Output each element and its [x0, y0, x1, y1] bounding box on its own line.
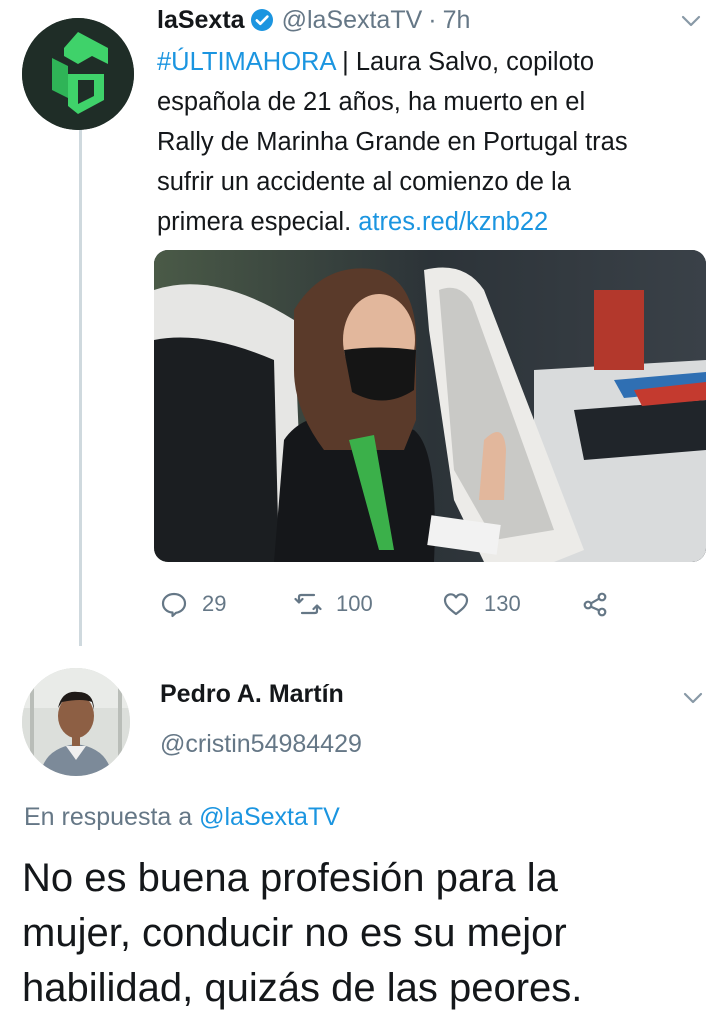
tweet-header: laSexta @laSextaTV · 7h: [157, 2, 470, 38]
reply-line-1: No es buena profesión para la: [22, 856, 558, 900]
reply-action[interactable]: 29: [160, 584, 226, 624]
reply-count: 29: [202, 591, 227, 616]
avatar-photo: [22, 668, 130, 776]
share-action[interactable]: [582, 584, 624, 624]
reply-author-avatar[interactable]: [22, 668, 130, 776]
tweet-line-4: sufrir un accidente al comienzo de la: [157, 168, 571, 196]
tweet-line-1: #ÚLTIMAHORA | Laura Salvo, copiloto: [157, 42, 717, 82]
tweet-line-5: primera especial. atres.red/kznb22: [157, 202, 717, 242]
tweet-text-line: primera especial.: [157, 208, 359, 236]
hashtag-link[interactable]: #ÚLTIMAHORA: [157, 48, 335, 76]
chevron-down-icon[interactable]: [680, 685, 706, 711]
tweet-text-line: | Laura Salvo, copiloto: [335, 48, 595, 76]
reply-author-handle[interactable]: @cristin54984429: [160, 730, 362, 759]
like-action[interactable]: 130: [442, 584, 521, 624]
lasexta-avatar[interactable]: [22, 18, 134, 130]
separator-dot: ·: [428, 5, 437, 34]
tweet-photo[interactable]: [154, 250, 706, 562]
tweet-actions: 29 100 130: [160, 584, 630, 624]
photo-rally-copilot: [154, 250, 706, 562]
like-count: 130: [484, 591, 521, 616]
tweet-line-3: Rally de Marinha Grande en Portugal tras: [157, 128, 628, 156]
author-name[interactable]: laSexta: [157, 6, 245, 35]
retweet-icon: [294, 593, 322, 615]
in-reply-mention-link[interactable]: @laSextaTV: [199, 803, 340, 831]
reply-body: No es buena profesión para la mujer, con…: [22, 851, 712, 1016]
reply-line-2: mujer, conducir no es su mejor: [22, 911, 567, 955]
thread-connector-line: [79, 118, 82, 646]
verified-badge-icon: [250, 9, 273, 31]
reply-line-3: habilidad, quizás de las peores.: [22, 966, 583, 1010]
author-handle[interactable]: @laSextaTV: [282, 6, 423, 35]
reply-author-name[interactable]: Pedro A. Martín: [160, 680, 344, 709]
lasexta-logo-icon: [22, 18, 134, 130]
reply-icon: [161, 592, 187, 618]
chevron-down-icon[interactable]: [678, 8, 704, 34]
tweet-body: #ÚLTIMAHORA | Laura Salvo, copiloto espa…: [157, 42, 717, 242]
in-reply-label: En respuesta a: [24, 803, 200, 831]
heart-icon: [443, 593, 469, 616]
article-link[interactable]: atres.red/kznb22: [358, 208, 548, 236]
in-reply-to: En respuesta a @laSextaTV: [24, 803, 340, 832]
retweet-count: 100: [336, 591, 373, 616]
tweet-line-2: española de 21 años, ha muerto en el: [157, 88, 586, 116]
tweet-time[interactable]: 7h: [443, 6, 471, 35]
share-icon: [583, 592, 607, 617]
retweet-action[interactable]: 100: [294, 584, 373, 624]
